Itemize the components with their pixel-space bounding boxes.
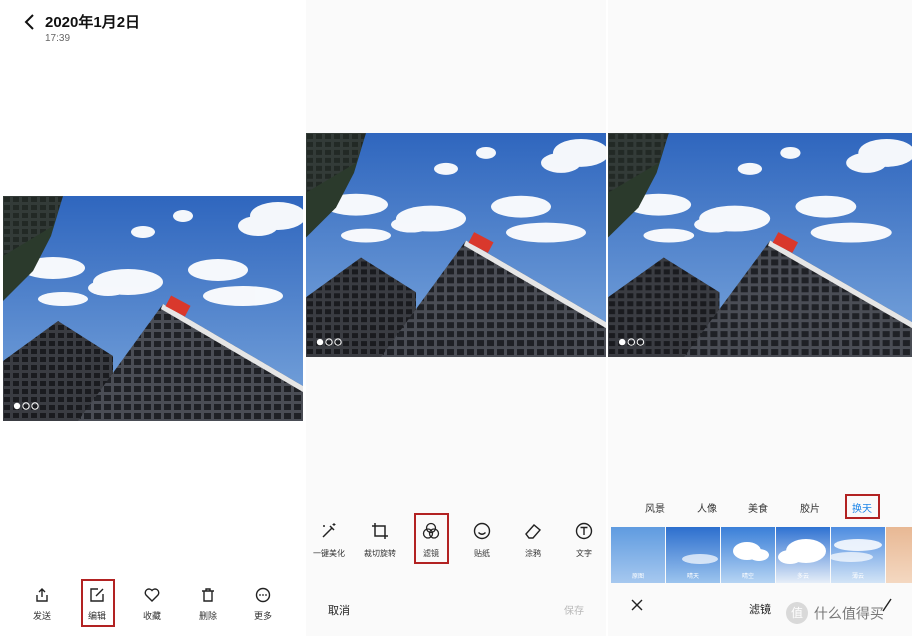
magic-wand-icon xyxy=(322,523,336,538)
more-button[interactable]: 更多 xyxy=(243,587,283,622)
save-button[interactable]: 保存 xyxy=(564,602,584,617)
filter-thumb-cloudy[interactable]: 多云 xyxy=(776,527,830,583)
eraser-icon xyxy=(525,524,541,539)
filter-thumb-label: 晴空 xyxy=(741,574,754,580)
gallery-view-panel: 2020年1月2日 17:39 发送 编辑 收藏 删除 更多 xyxy=(0,0,304,636)
doodle-tool[interactable]: 涂鸦 xyxy=(510,522,556,559)
filter-highlight-box xyxy=(414,513,449,564)
crop-icon xyxy=(372,523,388,539)
sticker-tool[interactable]: 贴纸 xyxy=(459,522,505,559)
filter-panel: 风景 人像 美食 胶片 换天 原图 晴天 晴空 多云 薄云 滤镜 xyxy=(608,0,912,636)
send-button[interactable]: 发送 xyxy=(22,587,62,622)
sticker-icon xyxy=(473,522,491,540)
crop-rotate-tool[interactable]: 裁切旋转 xyxy=(357,522,403,559)
editor-panel: 一键美化 裁切旋转 滤镜 贴纸 涂鸦 文字 取消 保存 xyxy=(306,0,606,636)
photo-date-title: 2020年1月2日 xyxy=(45,14,141,31)
filter-tab-film[interactable]: 胶片 xyxy=(800,500,820,515)
send-label: 发送 xyxy=(32,611,51,621)
site-watermark: 值 什么值得买 xyxy=(786,602,884,624)
favorite-button[interactable]: 收藏 xyxy=(132,587,172,622)
filter-thumb-original[interactable]: 原图 xyxy=(611,527,665,583)
sticker-label: 贴纸 xyxy=(474,549,490,558)
auto-enhance-tool[interactable]: 一键美化 xyxy=(306,522,352,559)
filter-thumb-label: 原图 xyxy=(631,574,644,580)
heart-icon xyxy=(144,588,160,602)
watermark-logo: 值 xyxy=(786,602,808,624)
share-icon xyxy=(36,588,48,602)
photo-time: 17:39 xyxy=(45,33,71,44)
back-arrow-icon[interactable] xyxy=(22,12,38,32)
more-label: 更多 xyxy=(253,611,272,621)
delete-button[interactable]: 删除 xyxy=(188,587,228,622)
filter-thumb-label: 晴天 xyxy=(686,574,699,580)
sky-tab-highlight-box xyxy=(845,494,880,519)
text-icon xyxy=(575,522,593,540)
edit-highlight-box xyxy=(81,579,115,627)
text-label: 文字 xyxy=(576,549,592,558)
filter-tab-landscape[interactable]: 风景 xyxy=(645,500,665,515)
filter-thumb-sunny[interactable]: 晴天 xyxy=(666,527,720,583)
more-icon xyxy=(255,587,271,603)
auto-enhance-label: 一键美化 xyxy=(313,549,345,558)
photo-view[interactable] xyxy=(3,196,303,421)
cancel-button[interactable]: 取消 xyxy=(328,602,350,618)
edit-photo-preview xyxy=(306,133,606,357)
delete-label: 删除 xyxy=(198,611,217,621)
filter-thumb-label: 薄云 xyxy=(851,574,864,580)
close-icon[interactable] xyxy=(630,598,644,612)
filter-thumb-label: 多云 xyxy=(796,574,809,580)
filter-thumb-sunset[interactable] xyxy=(886,527,912,583)
favorite-label: 收藏 xyxy=(142,611,161,621)
crop-rotate-label: 裁切旋转 xyxy=(364,549,396,558)
filter-thumb-clear-sky[interactable]: 晴空 xyxy=(721,527,775,583)
filter-mode-title: 滤镜 xyxy=(749,604,771,616)
filter-tab-food[interactable]: 美食 xyxy=(748,500,768,515)
text-tool[interactable]: 文字 xyxy=(561,522,606,559)
trash-icon xyxy=(202,588,214,602)
filter-tab-portrait[interactable]: 人像 xyxy=(697,500,717,515)
doodle-label: 涂鸦 xyxy=(525,549,541,558)
filter-photo-preview xyxy=(608,133,912,357)
filter-thumb-thin-cloud[interactable]: 薄云 xyxy=(831,527,885,583)
watermark-text: 什么值得买 xyxy=(813,605,884,622)
